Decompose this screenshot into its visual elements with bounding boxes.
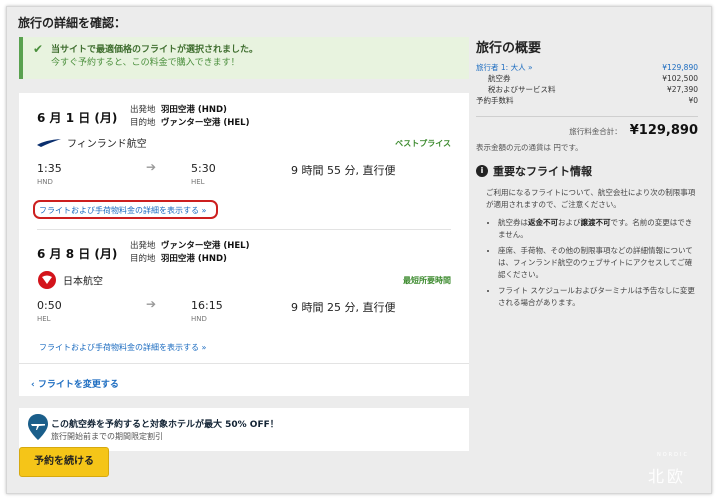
info-icon: i (476, 165, 488, 177)
watermark-subtext: NORDIC (657, 452, 689, 458)
summary-divider (476, 116, 698, 117)
list-item: フライト スケジュールおよびターミナルは予告なしに変更される場合があります。 (498, 285, 698, 309)
chevron-down-icon: » (201, 343, 207, 352)
return-airline: 日本航空 (37, 270, 103, 293)
return-details-link[interactable]: フライトおよび手荷物料金の詳細を表示する » (39, 342, 206, 353)
booking-fee-value: ¥0 (688, 96, 698, 105)
currency-note: 表示金額の元の通貨は 円です。 (476, 143, 583, 152)
return-route: 出発地 ヴァンター空港 (HEL) 目的地 羽田空港 (HND) (130, 240, 250, 266)
outbound-dep-time: 1:35 (37, 162, 62, 175)
return-to-value: 羽田空港 (HND) (160, 254, 227, 264)
segment-divider (19, 363, 469, 364)
banner-subtext: 今すぐ予約すると、この料金で購入できます！ (51, 58, 240, 68)
booking-review-window: 旅行の詳細を確認： ✔ 当サイトで最適価格のフライトが選択されました。 今すぐ予… (6, 6, 712, 494)
outbound-arr-code: HEL (191, 178, 205, 186)
return-dep-code: HEL (37, 315, 51, 323)
outbound-details-label: フライトおよび手荷物料金の詳細を表示する (39, 206, 199, 215)
change-flight-link[interactable]: ‹ フライトを変更する (31, 377, 119, 390)
shortest-time-tag: 最短所要時間 (403, 276, 451, 285)
fare-row: 航空券 ¥102,500 (476, 73, 698, 84)
list-item: 座席、手荷物、その他の制限事項などの詳細情報については、フィンランド航空のウェブ… (498, 245, 698, 281)
outbound-date: 6 月 1 日 (月) (37, 111, 118, 125)
traveler-row[interactable]: 旅行者 1: 大人 » ¥129,890 (476, 62, 698, 73)
continue-booking-button[interactable]: 予約を続ける (19, 447, 109, 477)
flight-info-heading: i 重要なフライト情報 (476, 163, 698, 179)
outbound-arr-time: 5:30 (191, 162, 216, 175)
outbound-route: 出発地 羽田空港 (HND) 目的地 ヴァンター空港 (HEL) (130, 104, 250, 130)
tax-value: ¥27,390 (666, 85, 698, 94)
return-details-label: フライトおよび手荷物料金の詳細を表示する (39, 343, 199, 352)
flight-info-list: 航空券は返金不可および譲渡不可です。名前の変更はできません。 座席、手荷物、その… (476, 217, 698, 309)
booking-fee-row: 予約手数料 ¥0 (476, 95, 698, 106)
check-icon: ✔ (33, 42, 44, 56)
outbound-from-label: 出発地 (130, 105, 156, 115)
fare-label: 航空券 (488, 74, 511, 83)
tax-row: 税およびサービス料 ¥27,390 (476, 84, 698, 95)
total-row: 旅行料金合計： ¥129,890 (476, 123, 698, 138)
outbound-duration: 9 時間 55 分, 直行便 (291, 164, 396, 177)
arrow-right-icon: ➔ (146, 297, 157, 311)
watermark: 北欧 (648, 467, 687, 486)
hotel-promo-subtitle: 旅行開始前までの期間限定割引 (51, 432, 163, 441)
segment-divider (37, 229, 451, 230)
return-duration: 9 時間 25 分, 直行便 (291, 301, 396, 314)
outbound-to-label: 目的地 (130, 118, 156, 128)
chevron-down-icon: » (201, 206, 207, 215)
hotel-promo-title: この航空券を予約すると対象ホテルが最大 50% OFF！ (51, 420, 279, 430)
outbound-airline: フィンランド航空 (37, 135, 147, 151)
outbound-from-value: 羽田空港 (HND) (160, 105, 227, 115)
tax-label: 税およびサービス料 (488, 85, 556, 94)
return-date: 6 月 8 日 (月) (37, 247, 118, 261)
outbound-details-link[interactable]: フライトおよび手荷物料金の詳細を表示する » (39, 205, 206, 216)
fare-value: ¥102,500 (662, 74, 698, 83)
traveler-label: 旅行者 1: 大人 » (476, 63, 533, 72)
best-price-tag: ベストプライス (395, 139, 451, 148)
summary-title: 旅行の概要 (476, 41, 542, 56)
hotel-promo[interactable]: この航空券を予約すると対象ホテルが最大 50% OFF！ 旅行開始前までの期間限… (19, 408, 469, 451)
trip-summary-panel: 旅行の概要 旅行者 1: 大人 » ¥129,890 航空券 ¥102,500 … (476, 37, 698, 313)
return-from-label: 出発地 (130, 241, 156, 251)
total-label: 旅行料金合計： (569, 127, 622, 136)
return-airline-name: 日本航空 (63, 276, 103, 288)
best-price-banner: ✔ 当サイトで最適価格のフライトが選択されました。 今すぐ予約すると、この料金で… (19, 37, 469, 79)
plane-pin-icon (27, 414, 49, 440)
traveler-value: ¥129,890 (662, 63, 698, 72)
chevron-down-icon: » (527, 63, 533, 72)
return-arr-time: 16:15 (191, 299, 223, 312)
flight-info-title: 重要なフライト情報 (493, 165, 592, 178)
return-to-label: 目的地 (130, 254, 156, 264)
outbound-dep-code: HND (37, 178, 53, 186)
flight-info-intro: ご利用になるフライトについて、航空会社により次の制限事項が適用されますので、ご注… (486, 188, 696, 209)
booking-fee-label: 予約手数料 (476, 96, 514, 105)
outbound-airline-name: フィンランド航空 (67, 139, 147, 150)
list-item: 航空券は返金不可および譲渡不可です。名前の変更はできません。 (498, 217, 698, 241)
finnair-logo-icon (37, 138, 61, 151)
return-dep-time: 0:50 (37, 299, 62, 312)
chevron-left-icon: ‹ (31, 380, 35, 390)
outbound-to-value: ヴァンター空港 (HEL) (160, 118, 250, 128)
arrow-right-icon: ➔ (146, 160, 157, 174)
change-flight-label: フライトを変更する (37, 380, 119, 390)
jal-logo-icon (37, 270, 57, 293)
flight-card: 6 月 1 日 (月) 出発地 羽田空港 (HND) 目的地 ヴァンター空港 (… (19, 93, 469, 396)
return-arr-code: HND (191, 315, 207, 323)
itinerary-column: ✔ 当サイトで最適価格のフライトが選択されました。 今すぐ予約すると、この料金で… (19, 37, 469, 451)
banner-headline: 当サイトで最適価格のフライトが選択されました。 (51, 45, 259, 55)
page-title: 旅行の詳細を確認： (18, 16, 127, 30)
total-value: ¥129,890 (629, 123, 698, 138)
return-from-value: ヴァンター空港 (HEL) (160, 241, 250, 251)
